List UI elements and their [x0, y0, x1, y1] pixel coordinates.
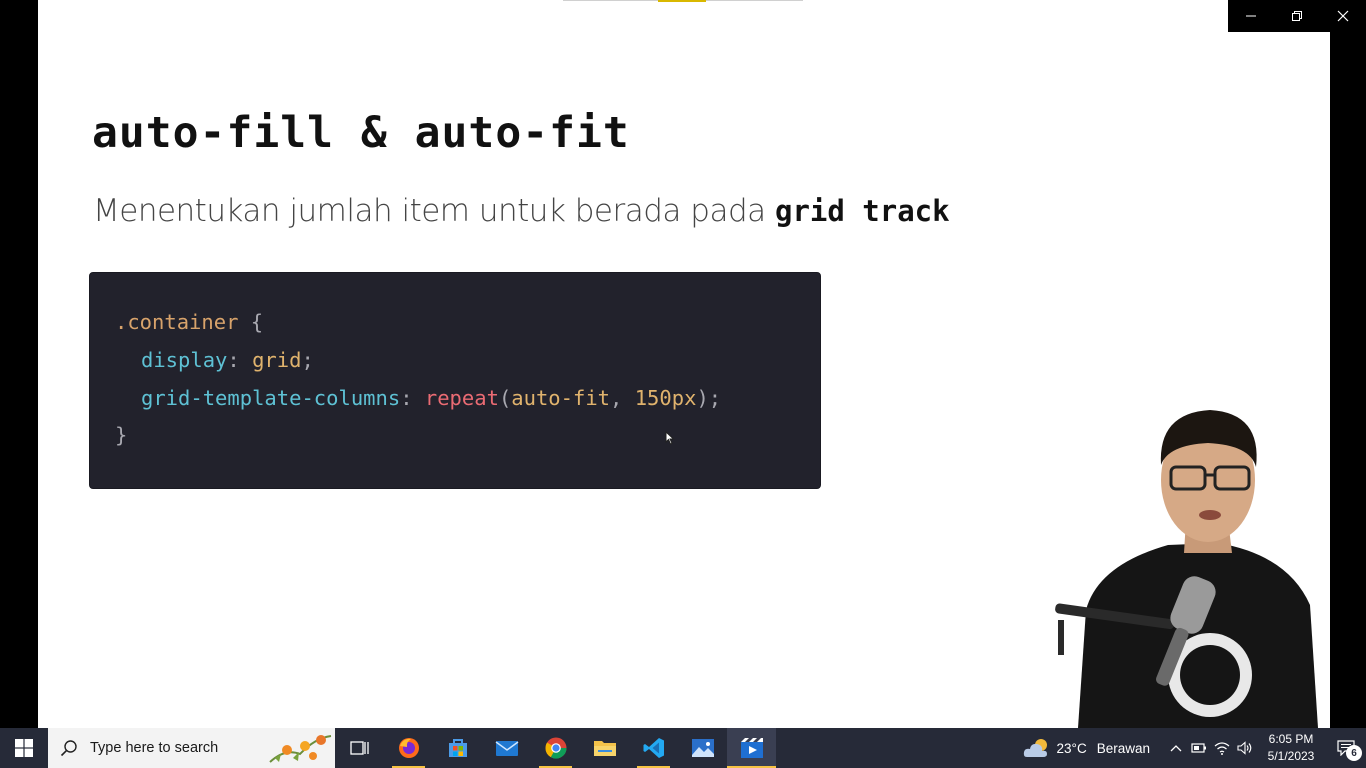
clock-date: 5/1/2023 [1267, 749, 1315, 763]
window-controls [1228, 0, 1366, 32]
code-selector: .container [115, 310, 239, 334]
battery-button[interactable] [1187, 728, 1210, 768]
partly-cloudy-icon [1023, 739, 1047, 757]
taskbar-app-vscode[interactable] [629, 728, 678, 768]
chrome-icon [544, 737, 566, 759]
slide-subtitle-text: Menentukan jumlah item untuk berada pada [93, 193, 775, 229]
weather-description: Berawan [1096, 740, 1150, 756]
windows-logo-icon [15, 739, 33, 757]
notification-count-badge: 6 [1346, 745, 1362, 761]
vscode-icon [643, 738, 664, 758]
taskbar-app-firefox[interactable] [384, 728, 433, 768]
code-line-1: .container { [115, 310, 263, 334]
restore-icon [1292, 11, 1302, 21]
taskbar: Type here to search 23°C Berawan 6:05 PM… [0, 728, 1366, 768]
code-value-grid: grid [252, 348, 302, 372]
close-button[interactable] [1320, 0, 1366, 32]
taskbar-app-file-explorer[interactable] [580, 728, 629, 768]
clock-time: 6:05 PM [1268, 732, 1314, 746]
chevron-up-icon [1170, 745, 1181, 752]
minimize-button[interactable] [1228, 0, 1274, 32]
task-view-button[interactable] [335, 728, 384, 768]
speaker-icon [1236, 741, 1251, 755]
volume-button[interactable] [1233, 728, 1256, 768]
microsoft-store-icon [448, 739, 467, 757]
taskbar-app-chrome[interactable] [531, 728, 580, 768]
file-explorer-icon [593, 741, 616, 756]
taskbar-app-photos[interactable] [678, 728, 727, 768]
code-line-3: grid-template-columns: repeat(auto-fit, … [141, 386, 721, 410]
close-icon [1337, 10, 1349, 22]
taskbar-clock[interactable]: 6:05 PM 5/1/2023 [1256, 728, 1326, 768]
slide-progress-bar [563, 0, 803, 2]
code-line-4: } [115, 423, 127, 447]
code-open-brace: { [238, 310, 264, 334]
presenter-webcam [1055, 410, 1318, 728]
weather-temperature: 23°C [1056, 740, 1087, 756]
code-semicolon: ; [301, 348, 314, 372]
code-property-grid-template-columns: grid-template-columns [141, 386, 401, 410]
search-placeholder: Type here to search [90, 740, 219, 756]
task-view-icon [349, 741, 369, 755]
code-line-2: display: grid; [141, 348, 314, 372]
code-colon: : [227, 348, 253, 372]
minimize-icon [1246, 15, 1256, 17]
photos-icon [691, 739, 714, 757]
search-icon [60, 740, 77, 757]
code-colon: : [400, 386, 425, 410]
system-tray: 23°C Berawan 6:05 PM 5/1/2023 6 [1015, 728, 1366, 768]
taskbar-app-mail[interactable] [482, 728, 531, 768]
media-player-icon [740, 738, 763, 758]
action-center-button[interactable]: 6 [1326, 728, 1366, 768]
code-comma: , [610, 386, 635, 410]
restore-button[interactable] [1274, 0, 1320, 32]
show-hidden-icons-button[interactable] [1164, 728, 1187, 768]
code-arg-150px: 150px [634, 386, 697, 410]
code-property-display: display [141, 348, 228, 372]
wifi-icon [1214, 742, 1229, 755]
code-paren-close: ); [696, 386, 722, 410]
video-player[interactable]: auto-fill & auto-fit Menentukan jumlah i… [0, 0, 1366, 728]
presentation-slide: auto-fill & auto-fit Menentukan jumlah i… [38, 0, 1330, 728]
slide-subtitle-keyword: grid track [774, 194, 950, 228]
mouse-cursor-icon [665, 431, 675, 445]
code-function-repeat: repeat [424, 386, 499, 410]
taskbar-search-box[interactable]: Type here to search [48, 728, 335, 768]
mail-icon [495, 741, 518, 756]
firefox-icon [398, 738, 419, 758]
code-arg-auto-fit: auto-fit [511, 386, 611, 410]
slide-title: auto-fill & auto-fit [92, 108, 630, 158]
start-button[interactable] [0, 728, 48, 768]
taskbar-app-store[interactable] [433, 728, 482, 768]
code-paren-open: ( [498, 386, 512, 410]
taskbar-app-media-player[interactable] [727, 728, 776, 768]
slide-progress-indicator [658, 0, 706, 2]
code-block: .container { display: grid; grid-templat… [89, 272, 821, 489]
weather-widget[interactable]: 23°C Berawan [1015, 728, 1158, 768]
search-highlight-icon [269, 735, 332, 763]
code-close-brace: } [115, 423, 128, 447]
battery-icon [1190, 743, 1206, 753]
slide-subtitle: Menentukan jumlah item untuk berada pada… [93, 193, 950, 229]
network-button[interactable] [1210, 728, 1233, 768]
